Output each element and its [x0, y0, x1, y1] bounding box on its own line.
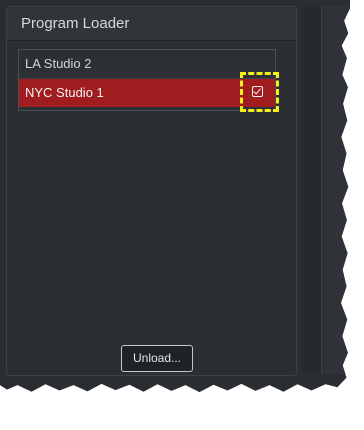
- highlight-callout-box: [240, 72, 279, 112]
- side-scroll-strip: [303, 6, 322, 374]
- unload-button[interactable]: Unload...: [121, 345, 193, 372]
- panel-title: Program Loader: [7, 7, 296, 41]
- list-item-nyc-studio-1[interactable]: NYC Studio 1: [19, 79, 275, 107]
- screenshot-frame: Program Loader LA Studio 2 NYC Studio 1 …: [0, 0, 350, 393]
- program-list: LA Studio 2 NYC Studio 1: [18, 49, 276, 111]
- list-item-label: LA Studio 2: [25, 56, 92, 71]
- program-loader-panel: Program Loader LA Studio 2 NYC Studio 1 …: [6, 6, 297, 376]
- list-item-label: NYC Studio 1: [25, 85, 104, 100]
- list-item-la-studio-2[interactable]: LA Studio 2: [19, 50, 275, 79]
